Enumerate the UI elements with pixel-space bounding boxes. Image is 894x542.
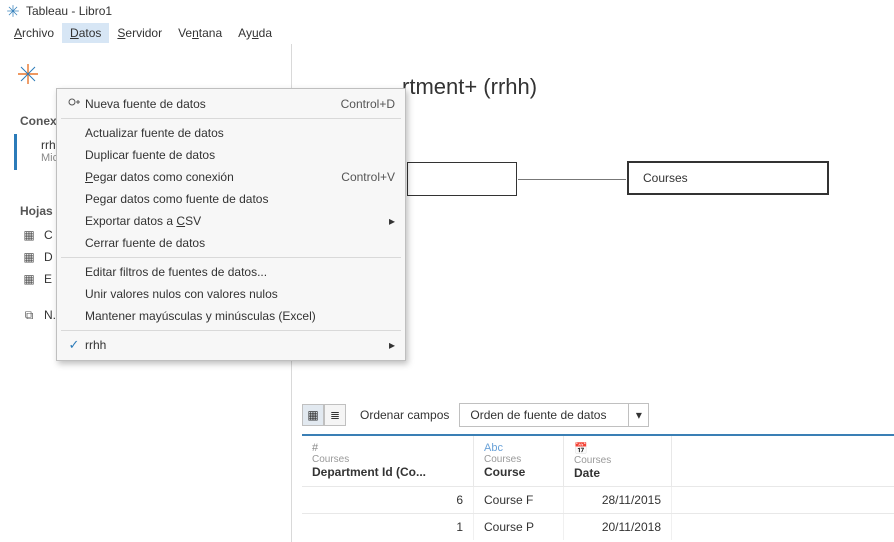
new-union-icon: ⧉ bbox=[22, 308, 36, 323]
tableau-app-icon bbox=[16, 62, 40, 86]
tableau-logo-icon bbox=[6, 4, 20, 18]
table-chip-right-label: Courses bbox=[643, 171, 688, 185]
sheet-item-label: C bbox=[44, 228, 53, 242]
menu-ventana[interactable]: Ventana bbox=[170, 23, 230, 43]
table-header: # Courses Department Id (Co... Abc Cours… bbox=[302, 434, 894, 486]
table-chip-right[interactable]: Courses bbox=[627, 161, 829, 195]
menu-item-label: Duplicar fuente de datos bbox=[85, 148, 395, 162]
menu-item-label: Editar filtros de fuentes de datos... bbox=[85, 265, 395, 279]
view-toggle: ▦ ≣ bbox=[302, 404, 346, 426]
menu-servidor[interactable]: Servidor bbox=[109, 23, 170, 43]
menu-join-nulls[interactable]: Unir valores nulos con valores nulos bbox=[57, 283, 405, 305]
table-row: 6 Course F 28/11/2015 bbox=[302, 486, 894, 513]
column-source: Courses bbox=[312, 454, 463, 465]
menu-item-shortcut: Control+D bbox=[341, 97, 395, 111]
grid-controls: ▦ ≣ Ordenar campos Orden de fuente de da… bbox=[302, 400, 649, 430]
column-header-2[interactable]: 📅 Courses Date bbox=[564, 436, 672, 486]
grid-icon: ▦ bbox=[307, 408, 318, 422]
new-datasource-icon bbox=[63, 97, 85, 111]
menu-separator bbox=[61, 330, 401, 331]
cell: 28/11/2015 bbox=[564, 487, 672, 513]
order-fields-label: Ordenar campos bbox=[360, 408, 449, 422]
cell: 20/11/2018 bbox=[564, 514, 672, 540]
menu-new-datasource[interactable]: Nueva fuente de datos Control+D bbox=[57, 93, 405, 115]
sheet-grid-icon: ▦ bbox=[22, 250, 36, 264]
column-source: Courses bbox=[484, 454, 553, 465]
column-source: Courses bbox=[574, 455, 661, 466]
sheet-grid-icon: ▦ bbox=[22, 272, 36, 286]
menu-maintain-case[interactable]: Mantener mayúsculas y minúsculas (Excel) bbox=[57, 305, 405, 327]
menu-item-label: rrhh bbox=[85, 338, 385, 352]
menu-item-label: Exportar datos a CSV bbox=[85, 214, 385, 228]
table-row: 1 Course P 20/11/2018 bbox=[302, 513, 894, 540]
menu-item-label: Cerrar fuente de datos bbox=[85, 236, 395, 250]
menu-export-csv[interactable]: Exportar datos a CSV ▸ bbox=[57, 210, 405, 232]
menu-separator bbox=[61, 118, 401, 119]
menu-edit-filters[interactable]: Editar filtros de fuentes de datos... bbox=[57, 261, 405, 283]
menu-item-label: Pegar datos como conexión bbox=[85, 170, 341, 184]
table-chip-left[interactable] bbox=[407, 162, 517, 196]
menu-item-label: Nueva fuente de datos bbox=[85, 97, 341, 111]
menu-duplicate-datasource[interactable]: Duplicar fuente de datos bbox=[57, 144, 405, 166]
sheet-item-label: E bbox=[44, 272, 52, 286]
type-number-icon: # bbox=[312, 442, 463, 454]
menu-datos-dropdown: Nueva fuente de datos Control+D Actualiz… bbox=[56, 88, 406, 361]
menu-item-label: Actualizar fuente de datos bbox=[85, 126, 395, 140]
join-line bbox=[518, 179, 626, 180]
view-list-button[interactable]: ≣ bbox=[324, 404, 346, 426]
order-fields-value: Orden de fuente de datos bbox=[459, 403, 629, 427]
cell: 6 bbox=[302, 487, 474, 513]
data-table: # Courses Department Id (Co... Abc Cours… bbox=[302, 434, 894, 540]
menu-paste-as-connection[interactable]: Pegar datos como conexión Control+V bbox=[57, 166, 405, 188]
chevron-down-icon: ▾ bbox=[629, 403, 649, 427]
order-fields-select[interactable]: Orden de fuente de datos ▾ bbox=[459, 403, 649, 427]
menu-datos[interactable]: Datos bbox=[62, 23, 109, 43]
datasource-title: rtment+ (rrhh) bbox=[402, 74, 537, 100]
cell: Course P bbox=[474, 514, 564, 540]
column-name: Course bbox=[484, 465, 553, 479]
menu-refresh-datasource[interactable]: Actualizar fuente de datos bbox=[57, 122, 405, 144]
list-icon: ≣ bbox=[330, 408, 340, 422]
menu-close-datasource[interactable]: Cerrar fuente de datos bbox=[57, 232, 405, 254]
menubar: Archivo Datos Servidor Ventana Ayuda bbox=[0, 22, 894, 44]
submenu-arrow-icon: ▸ bbox=[385, 338, 395, 352]
menu-item-shortcut: Control+V bbox=[341, 170, 395, 184]
type-string-icon: Abc bbox=[484, 442, 553, 454]
menu-paste-as-datasource[interactable]: Pegar datos como fuente de datos bbox=[57, 188, 405, 210]
menu-archivo[interactable]: Archivo bbox=[6, 23, 62, 43]
type-date-icon: 📅 bbox=[574, 442, 661, 455]
menu-ayuda[interactable]: Ayuda bbox=[230, 23, 280, 43]
cell: 1 bbox=[302, 514, 474, 540]
column-name: Department Id (Co... bbox=[312, 465, 463, 479]
sheet-grid-icon: ▦ bbox=[22, 228, 36, 242]
check-icon bbox=[63, 337, 85, 353]
menu-datasource-rrhh[interactable]: rrhh ▸ bbox=[57, 334, 405, 356]
titlebar: Tableau - Libro1 bbox=[0, 0, 894, 22]
column-header-0[interactable]: # Courses Department Id (Co... bbox=[302, 436, 474, 486]
view-grid-button[interactable]: ▦ bbox=[302, 404, 324, 426]
sheet-item-label: D bbox=[44, 250, 53, 264]
menu-item-label: Unir valores nulos con valores nulos bbox=[85, 287, 395, 301]
menu-item-label: Mantener mayúsculas y minúsculas (Excel) bbox=[85, 309, 395, 323]
submenu-arrow-icon: ▸ bbox=[385, 214, 395, 228]
menu-item-label: Pegar datos como fuente de datos bbox=[85, 192, 395, 206]
menu-separator bbox=[61, 257, 401, 258]
column-name: Date bbox=[574, 466, 661, 480]
cell: Course F bbox=[474, 487, 564, 513]
window-title: Tableau - Libro1 bbox=[26, 4, 112, 18]
column-header-1[interactable]: Abc Courses Course bbox=[474, 436, 564, 486]
